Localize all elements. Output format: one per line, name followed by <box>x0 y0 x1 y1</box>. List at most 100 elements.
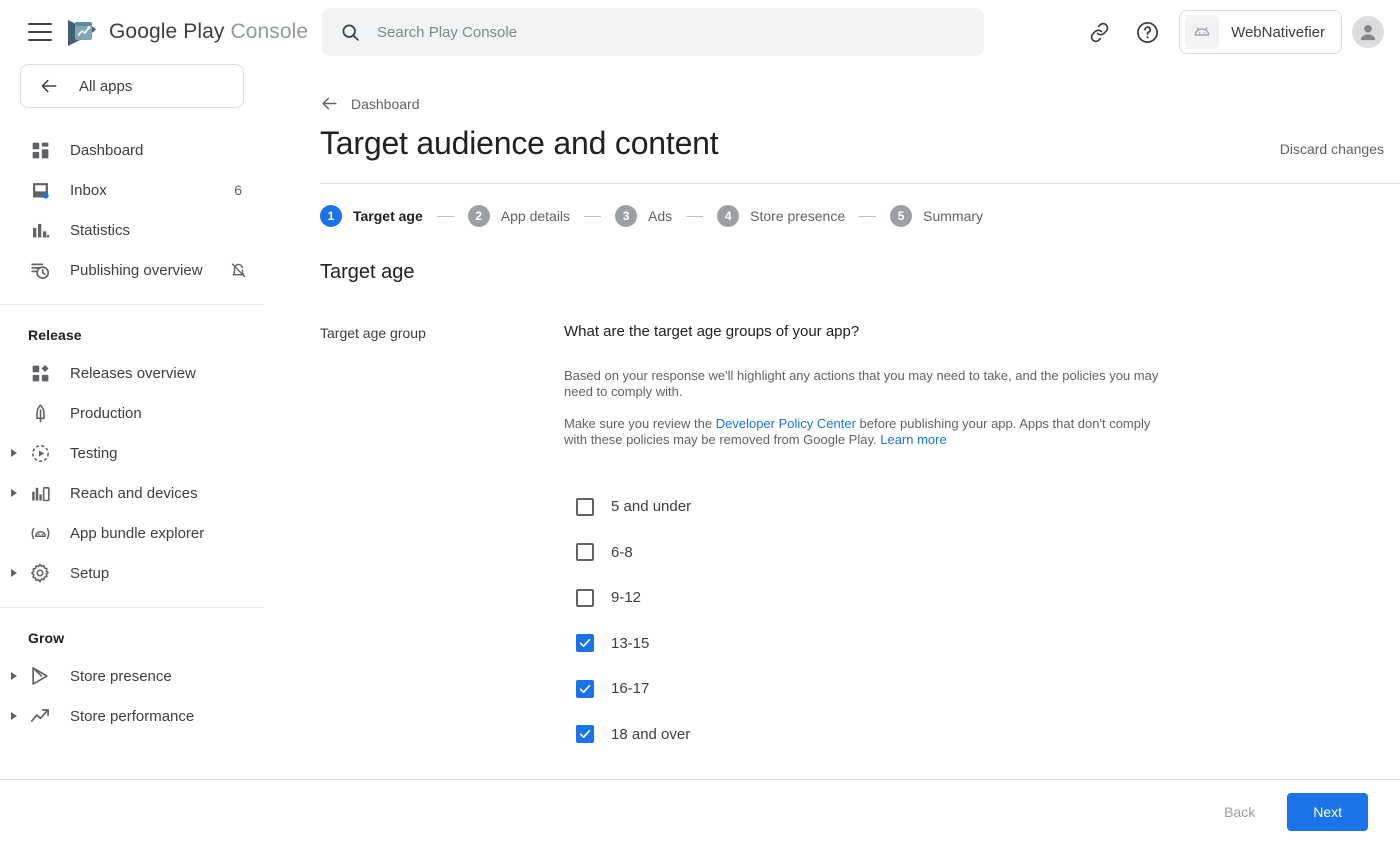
step-number: 3 <box>615 205 638 227</box>
testing-play-icon <box>28 441 52 465</box>
sidebar-item-inbox[interactable]: Inbox 6 <box>0 170 264 210</box>
bar-chart-icon <box>28 218 52 242</box>
age-group-option-16-17[interactable]: 16-17 <box>564 666 1164 712</box>
checkbox-label: 9-12 <box>611 589 642 607</box>
brand-title: Google Play Console <box>109 20 308 44</box>
search-bar[interactable] <box>322 8 984 56</box>
sidebar-item-label: Statistics <box>70 221 131 239</box>
hamburger-menu-icon[interactable] <box>28 23 52 41</box>
inbox-count-badge: 6 <box>234 182 242 198</box>
sidebar-item-app-bundle-explorer[interactable]: App bundle explorer <box>0 513 264 553</box>
step-label: Store presence <box>750 208 846 224</box>
step-separator <box>859 215 877 217</box>
form-field-label: Target age group <box>320 325 426 341</box>
checkbox-checked[interactable] <box>576 679 594 698</box>
developer-policy-center-link[interactable]: Developer Policy Center <box>716 416 856 431</box>
chevron-right-icon[interactable] <box>8 487 20 499</box>
sidebar-item-setup[interactable]: Setup <box>0 553 264 593</box>
checkbox-unchecked[interactable] <box>576 588 594 607</box>
user-avatar-icon[interactable] <box>1352 16 1384 48</box>
checkbox-checked[interactable] <box>576 634 594 653</box>
chevron-right-icon[interactable] <box>8 710 20 722</box>
sidebar-item-label: Dashboard <box>70 141 144 159</box>
sidebar-item-label: Publishing overview <box>70 261 203 279</box>
all-apps-button[interactable]: All apps <box>20 64 244 108</box>
sidebar-item-reach-and-devices[interactable]: Reach and devices <box>0 473 264 513</box>
chevron-right-icon[interactable] <box>8 567 20 579</box>
breadcrumb[interactable]: Dashboard <box>264 64 1400 113</box>
main-content: Dashboard Target audience and content Di… <box>264 64 1400 843</box>
breadcrumb-label: Dashboard <box>351 95 420 112</box>
next-button[interactable]: Next <box>1287 792 1368 831</box>
search-input[interactable] <box>377 23 937 41</box>
sidebar-item-production[interactable]: Production <box>0 393 264 433</box>
section-title: Target age <box>320 261 415 283</box>
discard-changes-button[interactable]: Discard changes <box>1280 141 1384 157</box>
help-circle-icon[interactable] <box>1127 12 1167 52</box>
sidebar-item-label: Testing <box>70 444 118 462</box>
top-bar-actions: WebNativefier <box>1075 0 1384 64</box>
gear-icon <box>28 561 52 585</box>
trending-up-icon <box>28 704 52 728</box>
checkbox-label: 13-15 <box>611 634 650 652</box>
brand-name-primary: Google Play <box>109 20 225 43</box>
sidebar-section-release-title: Release <box>28 327 82 343</box>
chevron-right-icon[interactable] <box>8 447 20 459</box>
sidebar-item-label: Setup <box>70 564 110 582</box>
chevron-right-icon[interactable] <box>8 670 20 682</box>
stepper-step-target-age[interactable]: 1 Target age <box>320 205 423 227</box>
sidebar-item-statistics[interactable]: Statistics <box>0 210 264 250</box>
wizard-stepper: 1 Target age 2 App details 3 Ads 4 Store… <box>264 184 1400 227</box>
stepper-step-app-details[interactable]: 2 App details <box>467 205 570 227</box>
form-help-text-1: Based on your response we'll highlight a… <box>564 368 1159 399</box>
checkbox-label: 6-8 <box>611 543 633 561</box>
sidebar-item-dashboard[interactable]: Dashboard <box>0 130 264 170</box>
learn-more-link[interactable]: Learn more <box>880 432 946 447</box>
publishing-clock-icon <box>28 258 52 282</box>
step-number: 5 <box>890 205 913 227</box>
link-icon[interactable] <box>1079 12 1119 52</box>
check-icon <box>579 730 591 739</box>
age-group-option-18-and-over[interactable]: 18 and over <box>564 712 1164 758</box>
checkbox-checked[interactable] <box>576 725 594 744</box>
age-group-option-13-15[interactable]: 13-15 <box>564 621 1164 667</box>
help-text-prefix: Make sure you review the <box>564 416 716 431</box>
step-separator <box>686 215 704 217</box>
stepper-step-ads[interactable]: 3 Ads <box>615 205 672 227</box>
account-chip[interactable]: WebNativefier <box>1179 10 1342 54</box>
back-button[interactable]: Back <box>1208 794 1271 830</box>
android-app-icon <box>1185 15 1220 49</box>
notifications-off-icon[interactable] <box>229 261 248 280</box>
brand-logo-group[interactable]: Google Play Console <box>66 17 308 47</box>
sidebar-item-publishing-overview[interactable]: Publishing overview <box>0 250 264 290</box>
stepper-step-store-presence[interactable]: 4 Store presence <box>717 205 845 227</box>
play-console-app: Google Play Console Search Play Console … <box>0 0 1400 843</box>
brand-name-secondary: Console <box>230 20 309 43</box>
step-separator <box>584 215 602 217</box>
sidebar-item-testing[interactable]: Testing <box>0 433 264 473</box>
step-label: Target age <box>353 208 423 224</box>
stepper-step-summary[interactable]: 5 Summary <box>890 205 983 227</box>
age-group-option-6-8[interactable]: 6-8 <box>564 530 1164 576</box>
sidebar-item-store-performance[interactable]: Store performance <box>0 696 264 736</box>
checkbox-label: 18 and over <box>611 725 691 743</box>
checkbox-unchecked[interactable] <box>576 543 594 562</box>
sidebar-nav: All apps Dashboard Inbox 6 Statistics Pu… <box>0 64 264 843</box>
sidebar-item-label: Reach and devices <box>70 484 198 502</box>
check-icon <box>579 684 591 693</box>
form-question: What are the target age groups of your a… <box>564 323 860 340</box>
sidebar-item-releases-overview[interactable]: Releases overview <box>0 353 264 393</box>
rocket-icon <box>28 401 52 425</box>
checkbox-unchecked[interactable] <box>576 497 594 516</box>
releases-overview-icon <box>28 361 52 385</box>
dashboard-grid-icon <box>28 138 52 162</box>
arrow-left-icon <box>320 94 339 113</box>
target-age-group-form-row: Target age group What are the target age… <box>264 284 1400 757</box>
sidebar-section-grow-title: Grow <box>28 630 65 646</box>
form-help-text-2: Make sure you review the Developer Polic… <box>564 416 1164 448</box>
age-group-option-9-12[interactable]: 9-12 <box>564 575 1164 621</box>
age-group-option-5-and-under[interactable]: 5 and under <box>564 484 1164 530</box>
step-label: Summary <box>923 208 984 224</box>
reach-devices-icon <box>28 481 52 505</box>
sidebar-item-store-presence[interactable]: Store presence <box>0 656 264 696</box>
